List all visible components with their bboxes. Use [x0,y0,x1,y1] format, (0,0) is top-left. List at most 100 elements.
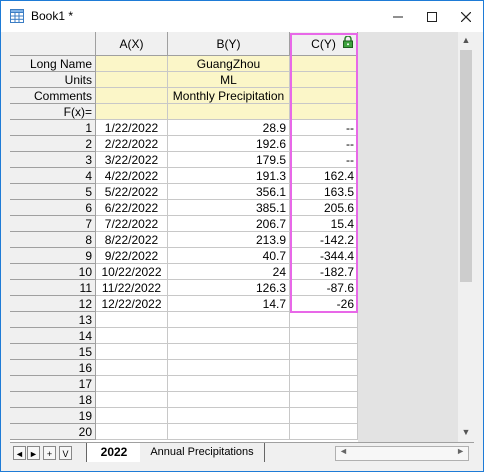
meta-cell[interactable] [96,88,168,104]
data-cell[interactable] [168,344,290,360]
data-cell[interactable] [290,328,358,344]
data-cell[interactable] [96,392,168,408]
sheet-nav-button[interactable]: V [59,446,72,460]
meta-cell[interactable] [96,72,168,88]
data-cell[interactable] [290,392,358,408]
scroll-thumb[interactable] [460,50,472,282]
row-header[interactable]: 18 [10,392,96,408]
data-cell[interactable]: 356.1 [168,184,290,200]
sheet-tab-annual-precipitations[interactable]: Annual Precipitations [140,443,265,462]
meta-row-label[interactable]: Units [10,72,96,88]
meta-cell[interactable]: ML [168,72,290,88]
data-cell[interactable] [290,312,358,328]
meta-row-label[interactable]: F(x)= [10,104,96,120]
meta-cell[interactable] [290,104,358,120]
sheet-tab-2022[interactable]: 2022 [86,443,142,462]
data-cell[interactable]: 9/22/2022 [96,248,168,264]
data-cell[interactable]: 191.3 [168,168,290,184]
row-header[interactable]: 1 [10,120,96,136]
data-cell[interactable]: 28.9 [168,120,290,136]
row-header[interactable]: 14 [10,328,96,344]
data-cell[interactable] [290,424,358,440]
data-cell[interactable]: 385.1 [168,200,290,216]
data-cell[interactable] [96,424,168,440]
data-cell[interactable] [290,344,358,360]
data-cell[interactable] [96,376,168,392]
data-cell[interactable]: 8/22/2022 [96,232,168,248]
meta-row-label[interactable]: Comments [10,88,96,104]
worksheet-grid[interactable]: A(X) B(Y) C(Y) Long Name GuangZhou Units ML Com… [10,32,458,442]
row-header[interactable]: 4 [10,168,96,184]
data-cell[interactable] [96,344,168,360]
scroll-left-button[interactable]: ◄ [339,446,348,456]
data-cell[interactable]: 24 [168,264,290,280]
data-cell[interactable]: -142.2 [290,232,358,248]
sheet-nav-button[interactable]: ◄ [13,446,26,460]
data-cell[interactable] [168,408,290,424]
meta-cell[interactable] [290,88,358,104]
data-cell[interactable] [96,360,168,376]
close-button[interactable] [449,1,483,32]
row-header[interactable]: 17 [10,376,96,392]
data-cell[interactable] [168,376,290,392]
data-cell[interactable]: -- [290,136,358,152]
data-cell[interactable]: 179.5 [168,152,290,168]
sheet-nav-button[interactable]: ► [27,446,40,460]
data-cell[interactable]: 126.3 [168,280,290,296]
data-cell[interactable]: 3/22/2022 [96,152,168,168]
sheet-nav-button[interactable]: + [43,446,56,460]
data-cell[interactable] [168,328,290,344]
row-header[interactable]: 20 [10,424,96,440]
data-cell[interactable]: 7/22/2022 [96,216,168,232]
vertical-scrollbar[interactable]: ▲ ▼ [458,32,474,442]
scroll-right-button[interactable]: ► [456,446,465,456]
row-header[interactable]: 16 [10,360,96,376]
data-cell[interactable] [96,408,168,424]
meta-row-label[interactable]: Long Name [10,56,96,72]
meta-cell[interactable] [96,56,168,72]
data-cell[interactable]: -182.7 [290,264,358,280]
row-header[interactable]: 3 [10,152,96,168]
data-cell[interactable]: -- [290,120,358,136]
data-cell[interactable] [168,360,290,376]
data-cell[interactable]: -26 [290,296,358,312]
column-header-a[interactable]: A(X) [96,32,168,56]
meta-cell[interactable] [290,56,358,72]
data-cell[interactable] [290,360,358,376]
corner-cell[interactable] [10,32,96,56]
data-cell[interactable]: 2/22/2022 [96,136,168,152]
minimize-button[interactable] [381,1,415,32]
row-header[interactable]: 10 [10,264,96,280]
row-header[interactable]: 19 [10,408,96,424]
data-cell[interactable] [96,328,168,344]
row-header[interactable]: 8 [10,232,96,248]
row-header[interactable]: 7 [10,216,96,232]
column-header-b[interactable]: B(Y) [168,32,290,56]
meta-cell[interactable] [96,104,168,120]
data-cell[interactable] [290,408,358,424]
scroll-down-button[interactable]: ▼ [458,424,474,440]
data-cell[interactable]: -344.4 [290,248,358,264]
data-cell[interactable] [290,376,358,392]
row-header[interactable]: 2 [10,136,96,152]
data-cell[interactable]: -87.6 [290,280,358,296]
title-bar[interactable]: Book1 * [1,1,483,32]
row-header[interactable]: 11 [10,280,96,296]
meta-cell[interactable] [168,104,290,120]
data-cell[interactable]: 15.4 [290,216,358,232]
row-header[interactable]: 12 [10,296,96,312]
maximize-button[interactable] [415,1,449,32]
data-cell[interactable]: 1/22/2022 [96,120,168,136]
data-cell[interactable]: 10/22/2022 [96,264,168,280]
row-header[interactable]: 5 [10,184,96,200]
data-cell[interactable]: 14.7 [168,296,290,312]
row-header[interactable]: 15 [10,344,96,360]
data-cell[interactable]: 162.4 [290,168,358,184]
data-cell[interactable]: 4/22/2022 [96,168,168,184]
data-cell[interactable]: 205.6 [290,200,358,216]
data-cell[interactable]: -- [290,152,358,168]
row-header[interactable]: 13 [10,312,96,328]
horizontal-scrollbar[interactable]: ◄ ► [335,446,469,461]
data-cell[interactable] [168,424,290,440]
data-cell[interactable]: 192.6 [168,136,290,152]
